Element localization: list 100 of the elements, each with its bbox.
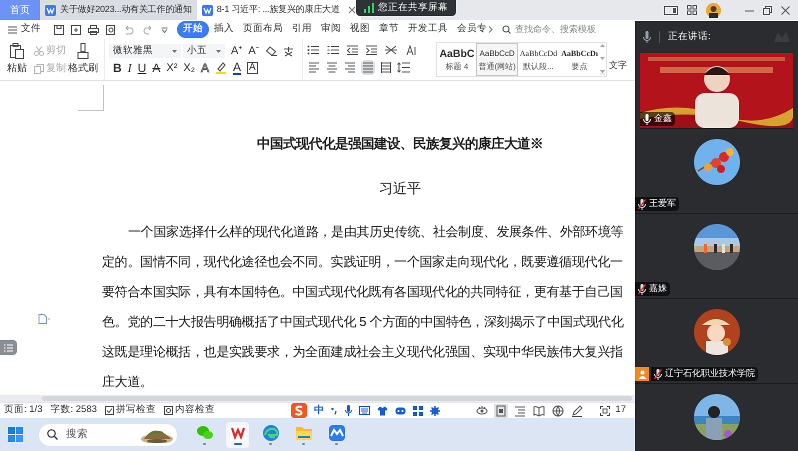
bullet-list-icon[interactable]: [306, 45, 319, 55]
fullscreen-icon[interactable]: [600, 406, 610, 416]
grid-icon[interactable]: [687, 5, 697, 15]
outdent-icon[interactable]: [346, 45, 358, 55]
menu-tab[interactable]: 章节: [375, 22, 403, 37]
export-icon[interactable]: [71, 24, 81, 34]
style-preset[interactable]: AaBbCcDd 默认段...: [518, 43, 560, 76]
settings-icon[interactable]: [430, 406, 440, 416]
text-direction-icon[interactable]: [384, 45, 397, 55]
wps-app-button[interactable]: [226, 422, 249, 448]
keyboard-icon[interactable]: [358, 406, 370, 415]
participant-name: 王爱军: [649, 197, 676, 210]
read-view-button[interactable]: [475, 404, 490, 418]
menu-tab[interactable]: 页面布局: [239, 22, 287, 37]
windows-start-icon[interactable]: [8, 427, 23, 442]
outline-view-button[interactable]: [513, 404, 528, 418]
underline-button[interactable]: U: [138, 62, 146, 74]
customize-icon[interactable]: [161, 26, 168, 32]
menu-tab[interactable]: 开始: [177, 21, 209, 38]
document-icon[interactable]: [38, 314, 50, 324]
preview-icon[interactable]: [106, 24, 116, 34]
menu-tab[interactable]: 引用: [288, 22, 316, 37]
outline-toggle[interactable]: [0, 340, 17, 355]
book-view-button[interactable]: [532, 404, 546, 418]
sup-button[interactable]: X²: [166, 62, 178, 74]
menu-tab[interactable]: 开发工具: [404, 22, 452, 37]
participant-name: 金鑫: [654, 112, 672, 126]
sharing-notice: 您正在共享屏幕: [378, 0, 448, 15]
word-count[interactable]: 字数: 2583: [50, 403, 97, 418]
align-left-button[interactable]: [306, 60, 321, 74]
phonetic-guide-icon[interactable]: [282, 46, 294, 56]
microphone-icon[interactable]: [643, 31, 651, 43]
write-view-button[interactable]: [570, 404, 584, 418]
menu-tab[interactable]: 审阅: [317, 22, 345, 37]
microphone-icon[interactable]: [344, 405, 352, 416]
scrollbar-thumb[interactable]: [42, 396, 632, 401]
command-search-field[interactable]: 查找命令、搜索模板: [515, 22, 597, 36]
zoom-level[interactable]: 17: [615, 403, 626, 418]
page-view-button[interactable]: [494, 404, 508, 418]
input-mode-toggle[interactable]: 中: [314, 403, 324, 418]
sub-button[interactable]: X₂: [183, 62, 195, 74]
line-spacing-icon[interactable]: [396, 62, 410, 72]
content-check-button[interactable]: 内容检查: [164, 403, 215, 418]
align-right-button[interactable]: [342, 60, 357, 74]
style-preset[interactable]: AaBbC 标题 4: [437, 43, 476, 76]
taskbar-search[interactable]: 搜索: [39, 424, 177, 446]
robot-icon[interactable]: [394, 406, 406, 415]
border-button[interactable]: A: [247, 62, 258, 74]
font-size-button[interactable]: A⁻: [248, 46, 260, 56]
sort-icon[interactable]: [404, 44, 416, 56]
screen-layout-icon[interactable]: [664, 6, 678, 14]
menu-icon: [8, 26, 17, 34]
align-justify-button[interactable]: [360, 60, 375, 74]
font-select[interactable]: 微软雅黑: [109, 44, 181, 58]
print-icon[interactable]: [88, 24, 99, 34]
checkbox-icon: [104, 406, 114, 415]
numbered-list-icon[interactable]: [326, 45, 339, 55]
page-count[interactable]: 页面: 1/3: [4, 403, 42, 418]
shirt-icon[interactable]: [376, 406, 388, 416]
web-view-button[interactable]: [551, 404, 566, 418]
menu-tab[interactable]: 会员专: [453, 22, 491, 37]
color-button[interactable]: A: [232, 61, 241, 75]
wps-icon: [228, 424, 246, 442]
close-icon[interactable]: [348, 6, 356, 14]
document-tab[interactable]: 关于做好2023...动有关工作的通知: [40, 0, 197, 20]
eraser-icon[interactable]: [266, 46, 277, 56]
dropdown-icon: [216, 50, 221, 52]
dropdown-icon: [172, 50, 177, 52]
text-tool-label[interactable]: 文字: [609, 58, 627, 72]
bold-button[interactable]: B: [113, 62, 122, 74]
close-icon[interactable]: [781, 6, 790, 14]
document-icon: [45, 4, 56, 16]
highlighter-icon[interactable]: [214, 62, 227, 74]
style-preset[interactable]: AaBbCcD 普通(网站): [476, 43, 518, 76]
file-menu[interactable]: 文件: [4, 22, 45, 37]
style-preset[interactable]: AaBbCcDı 要点: [559, 43, 600, 76]
italic-button[interactable]: I: [128, 62, 132, 74]
indent-icon[interactable]: [366, 45, 377, 55]
toolbox-icon[interactable]: [412, 406, 423, 416]
document-tab[interactable]: 8-1 习近平: ...族复兴的康庄大道: [196, 0, 361, 20]
chevron-right-icon[interactable]: [488, 26, 493, 33]
punctuation-icon[interactable]: [330, 406, 338, 414]
taskbar-search-field[interactable]: 搜索: [66, 426, 126, 442]
paste-button[interactable]: 粘贴: [4, 39, 30, 80]
menu-tab[interactable]: 视图: [346, 22, 374, 37]
effect-button[interactable]: A: [200, 62, 209, 74]
size-select[interactable]: 小五: [183, 44, 225, 58]
chat-icon: [196, 424, 214, 442]
list-icon: [4, 344, 13, 352]
input-method-logo-icon[interactable]: [290, 403, 307, 418]
spell-check-button[interactable]: 拼写检查: [104, 403, 156, 418]
restore-icon[interactable]: [763, 6, 772, 14]
align-center-button[interactable]: [324, 60, 339, 74]
search-icon: [502, 25, 511, 34]
align-distributed-button[interactable]: [378, 60, 393, 74]
format-painter-button[interactable]: 格式刷: [70, 39, 96, 80]
strike-button[interactable]: A: [152, 62, 160, 74]
save-icon[interactable]: [54, 24, 64, 34]
menu-tab[interactable]: 插入: [210, 22, 238, 37]
font-size-button[interactable]: A⁺: [231, 46, 242, 56]
